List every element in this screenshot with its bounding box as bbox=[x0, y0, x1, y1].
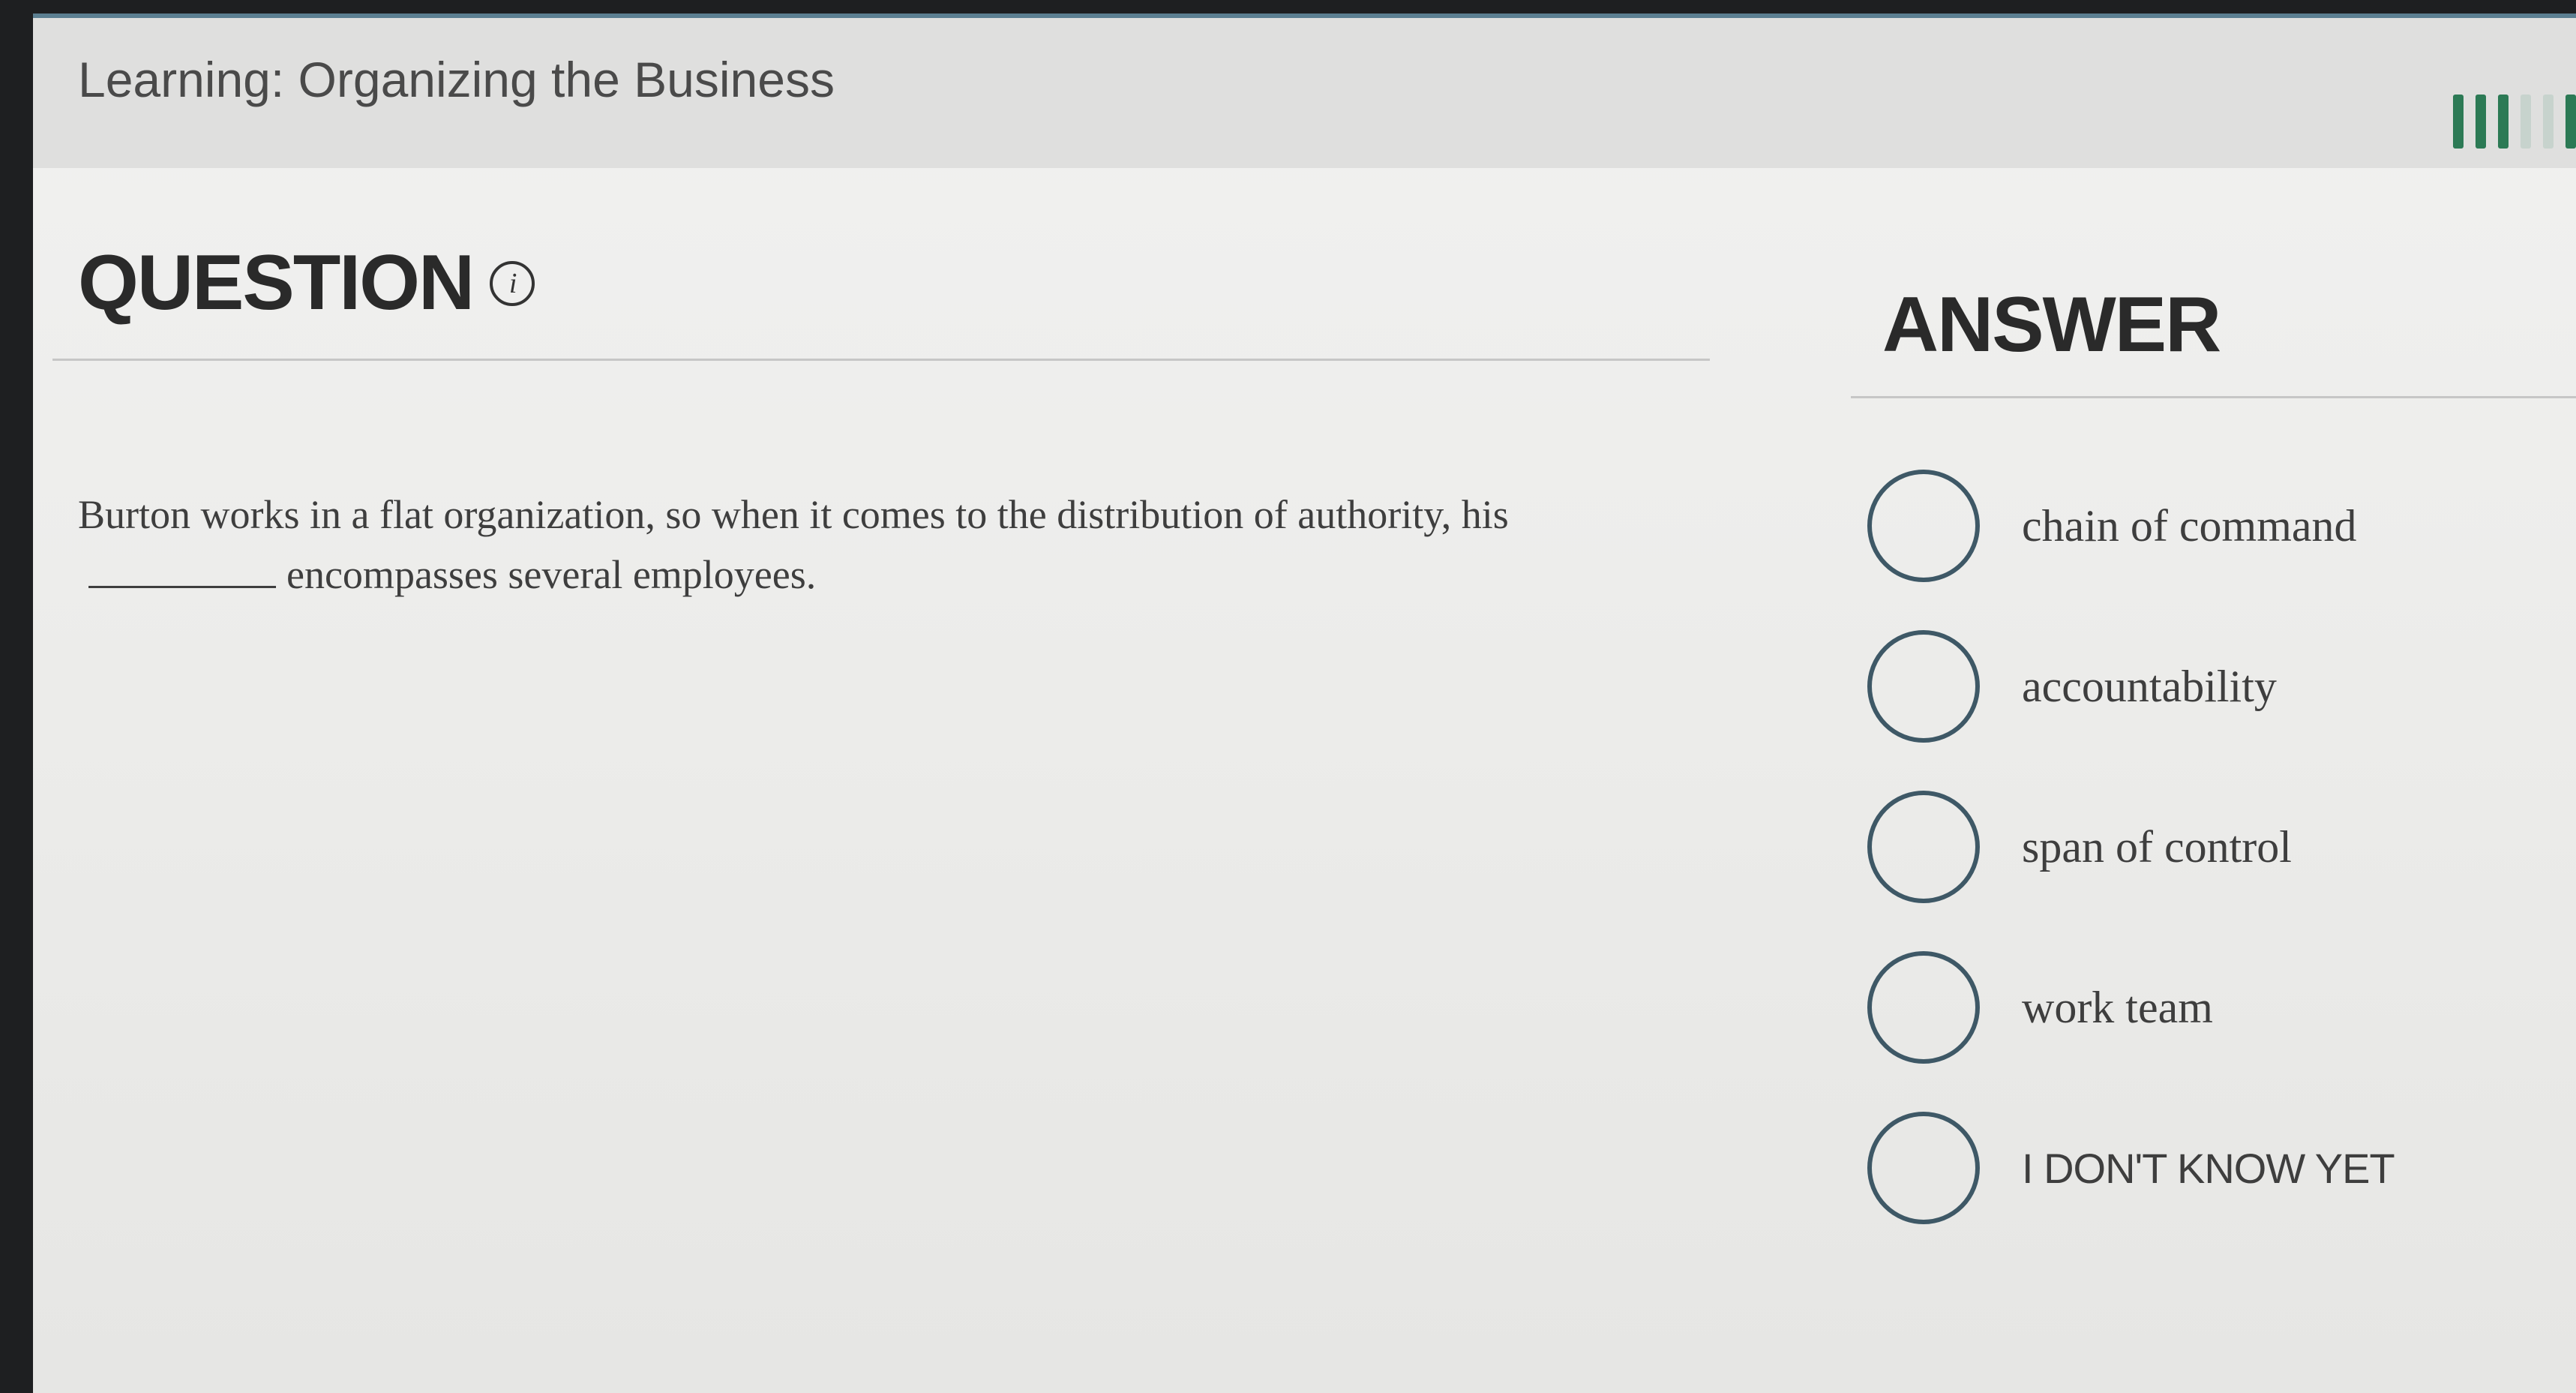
fill-in-blank bbox=[88, 551, 276, 588]
question-heading-label: QUESTION bbox=[78, 239, 475, 326]
answer-option-label: accountability bbox=[2022, 661, 2277, 711]
question-text-after: encompasses several employees. bbox=[286, 552, 817, 597]
radio-button[interactable] bbox=[1867, 791, 1980, 903]
radio-button[interactable] bbox=[1867, 951, 1980, 1064]
learning-screen: Learning: Organizing the Business QUESTI… bbox=[33, 14, 2576, 1393]
header-bar: Learning: Organizing the Business bbox=[33, 18, 2576, 168]
module-title: Learning: Organizing the Business bbox=[78, 52, 835, 107]
answer-option-accountability[interactable]: accountability bbox=[1867, 624, 2557, 749]
answer-option-span-of-control[interactable]: span of control bbox=[1867, 785, 2557, 909]
progress-segment bbox=[2521, 95, 2531, 149]
answer-heading: ANSWER bbox=[1882, 281, 2221, 368]
progress-segment bbox=[2566, 95, 2576, 149]
answer-options: chain of command accountability span of … bbox=[1867, 464, 2557, 1266]
radio-button[interactable] bbox=[1867, 630, 1980, 743]
answer-option-label: I DON'T KNOW YET bbox=[2022, 1144, 2395, 1192]
question-text: Burton works in a flat organization, so … bbox=[78, 485, 1578, 605]
answer-option-label: chain of command bbox=[2022, 500, 2357, 551]
answer-option-dont-know-yet[interactable]: I DON'T KNOW YET bbox=[1867, 1106, 2557, 1230]
answer-option-label: span of control bbox=[2022, 821, 2292, 872]
answer-option-chain-of-command[interactable]: chain of command bbox=[1867, 464, 2557, 588]
progress-indicator bbox=[2453, 95, 2576, 149]
question-heading: QUESTION i bbox=[78, 239, 535, 328]
progress-segment bbox=[2476, 95, 2486, 149]
question-divider bbox=[52, 359, 1710, 361]
answer-option-label: work team bbox=[2022, 982, 2213, 1032]
progress-segment bbox=[2453, 95, 2464, 149]
info-icon[interactable]: i bbox=[490, 260, 535, 306]
question-text-before: Burton works in a flat organization, so … bbox=[78, 492, 1509, 537]
progress-segment bbox=[2498, 95, 2509, 149]
answer-option-work-team[interactable]: work team bbox=[1867, 945, 2557, 1070]
radio-button[interactable] bbox=[1867, 470, 1980, 582]
progress-segment bbox=[2543, 95, 2554, 149]
answer-divider bbox=[1851, 396, 2576, 398]
radio-button[interactable] bbox=[1867, 1112, 1980, 1224]
